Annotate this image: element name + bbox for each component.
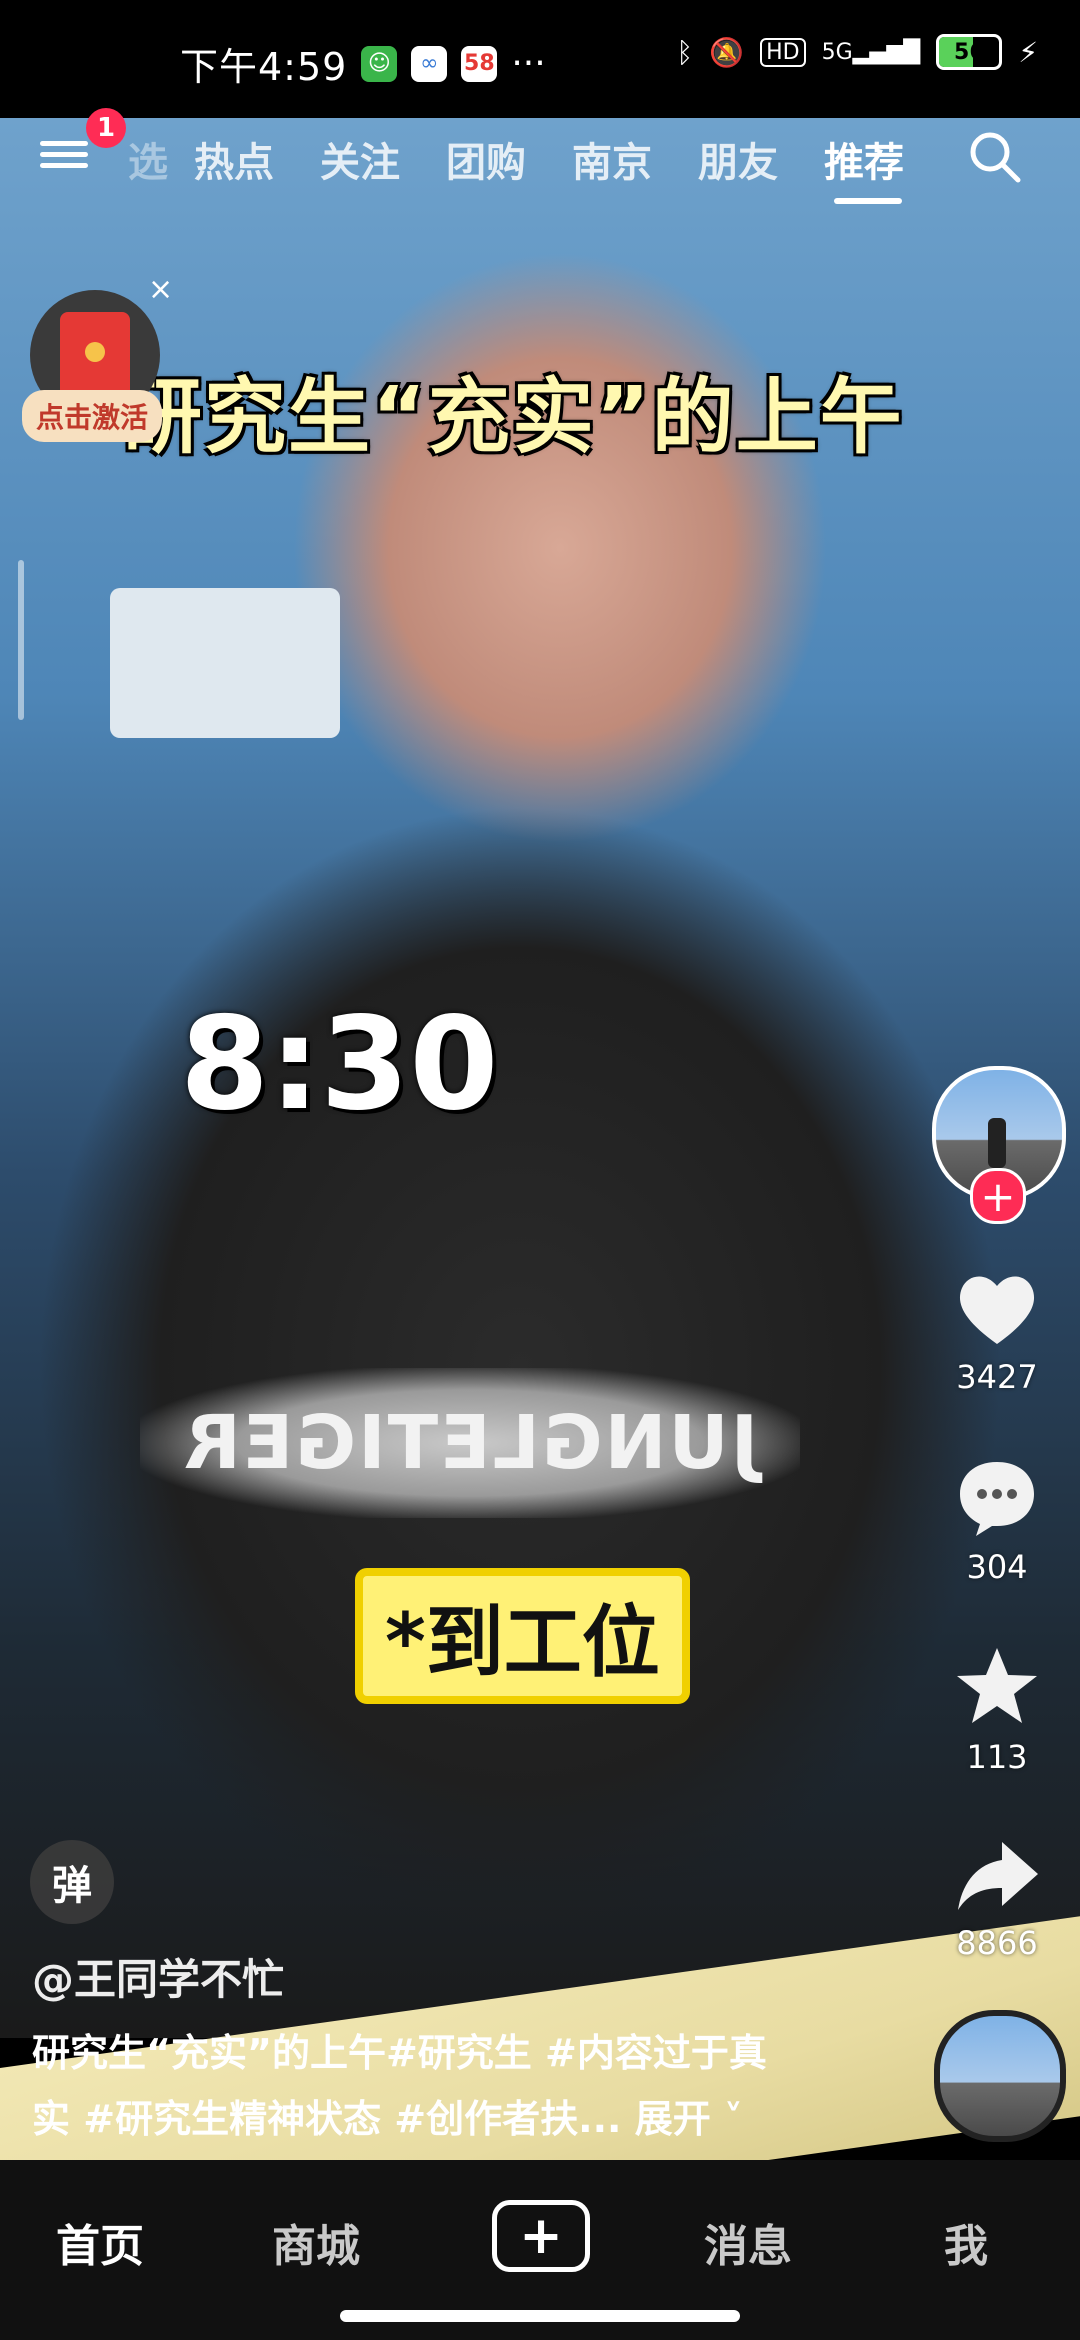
battery-icon: 56 xyxy=(936,34,1003,70)
danmu-toggle-button[interactable]: 弹 xyxy=(30,1840,114,1924)
network-label: 5G xyxy=(821,39,853,65)
active-tab-indicator xyxy=(834,198,902,204)
expand-button[interactable]: 展开 ˅ xyxy=(635,2097,743,2141)
video-caption-title: 研究生“充实”的上午 xyxy=(120,370,904,465)
video-description[interactable]: 研究生“充实”的上午#研究生 #内容过于真 实 #研究生精神状态 #创作者扶..… xyxy=(32,2020,852,2152)
share-arrow-icon[interactable] xyxy=(952,1832,1042,1922)
description-line-1: 研究生“充实”的上午#研究生 #内容过于真 xyxy=(32,2031,767,2075)
more-icon: ··· xyxy=(511,43,546,84)
description-line-2-text: 实 #研究生精神状态 #创作者扶... xyxy=(32,2097,622,2141)
tab-friends[interactable]: 朋友 xyxy=(698,130,778,188)
menu-icon[interactable] xyxy=(40,135,88,175)
avatar-figure xyxy=(988,1118,1006,1168)
nav-mall[interactable]: 商城 xyxy=(272,2210,360,2274)
nav-messages[interactable]: 消息 xyxy=(704,2210,792,2274)
nav-home[interactable]: 首页 xyxy=(56,2210,144,2274)
status-bar: 下午4:59 ☺ ∞ 58 ··· ᛒ 🔕 HD 5G▂▄▆█ 56 ⚡ xyxy=(0,0,1080,118)
nav-me[interactable]: 我 xyxy=(944,2210,988,2274)
tab-recommend[interactable]: 推荐 xyxy=(824,130,904,188)
signal-icon: 5G▂▄▆█ xyxy=(821,39,921,65)
charging-icon: ⚡ xyxy=(1018,35,1038,69)
comment-count: 304 xyxy=(966,1548,1028,1586)
author-name[interactable]: @王同学不忙 xyxy=(32,1946,284,2007)
favorite-star-icon[interactable] xyxy=(952,1642,1042,1732)
status-time: 下午4:59 xyxy=(180,45,348,89)
comment-icon[interactable] xyxy=(952,1452,1042,1542)
background-air-conditioner xyxy=(110,588,340,738)
search-icon[interactable] xyxy=(966,128,1022,184)
music-disc-icon[interactable] xyxy=(934,2010,1066,2142)
follow-button[interactable]: + xyxy=(970,1168,1026,1224)
tab-hot[interactable]: 热点 xyxy=(194,130,274,188)
like-heart-icon[interactable] xyxy=(952,1264,1042,1354)
tab-partial[interactable]: 选 xyxy=(128,130,168,188)
description-line-2: 实 #研究生精神状态 #创作者扶... 展开 ˅ xyxy=(32,2086,852,2152)
wechat-icon: ☺ xyxy=(361,45,398,82)
chevron-down-icon: ˅ xyxy=(710,2097,743,2141)
home-indicator[interactable] xyxy=(340,2310,740,2322)
red-packet-label[interactable]: 点击激活 xyxy=(22,390,163,442)
expand-label: 展开 xyxy=(634,2097,711,2141)
shirt-logo: JUNGLETIGER xyxy=(140,1368,800,1518)
app-cloud-icon: ∞ xyxy=(411,45,448,82)
app-58-icon: 58 xyxy=(461,45,498,82)
notification-badge: 1 xyxy=(86,108,126,148)
share-count: 8866 xyxy=(956,1924,1038,1962)
video-caption-time: 8:30 xyxy=(180,990,499,1139)
shirt-logo-text: JUNGLETIGER xyxy=(181,1400,759,1486)
favorite-count: 113 xyxy=(966,1738,1028,1776)
hd-icon: HD xyxy=(760,37,806,67)
battery-level: 56 xyxy=(954,39,985,65)
create-post-button[interactable]: + xyxy=(492,2200,590,2272)
mute-icon: 🔕 xyxy=(709,35,745,69)
side-scroll-indicator xyxy=(18,560,24,720)
tab-group-buy[interactable]: 团购 xyxy=(446,130,526,188)
red-envelope-icon xyxy=(60,312,130,402)
bluetooth-icon: ᛒ xyxy=(676,35,694,69)
video-caption-sub: *到工位 xyxy=(355,1568,690,1704)
tab-nanjing[interactable]: 南京 xyxy=(572,130,652,188)
like-count: 3427 xyxy=(956,1358,1038,1396)
tab-following[interactable]: 关注 xyxy=(320,130,400,188)
status-right: ᛒ 🔕 HD 5G▂▄▆█ 56 ⚡ xyxy=(676,34,1038,70)
red-packet-close-icon[interactable]: × xyxy=(148,272,173,307)
status-left: 下午4:59 ☺ ∞ 58 ··· xyxy=(180,36,546,91)
